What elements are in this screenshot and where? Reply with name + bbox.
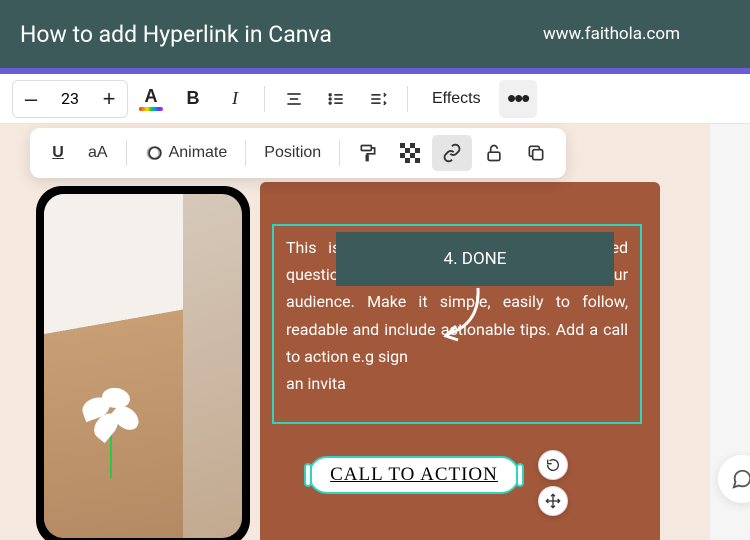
- format-painter-button[interactable]: [348, 135, 388, 171]
- spacing-icon: [368, 89, 388, 109]
- site-url: www.faithola.com: [543, 24, 680, 44]
- separator: [245, 140, 246, 166]
- transparency-button[interactable]: [390, 135, 430, 171]
- page-title: How to add Hyperlink in Canva: [20, 21, 332, 48]
- separator: [407, 86, 408, 112]
- underline-button[interactable]: U: [40, 135, 76, 171]
- cta-label: CALL TO ACTION: [330, 464, 498, 486]
- spacing-button[interactable]: [359, 80, 397, 118]
- rainbow-bar-icon: [139, 107, 163, 111]
- duplicate-button[interactable]: [516, 135, 556, 171]
- font-size-stepper: – 23 +: [12, 80, 128, 118]
- animate-button[interactable]: Animate: [135, 135, 238, 171]
- uppercase-button[interactable]: aA: [78, 135, 118, 171]
- rotate-icon: [545, 457, 561, 473]
- list-button[interactable]: [317, 80, 355, 118]
- transparency-icon: [400, 143, 420, 163]
- font-size-increase-button[interactable]: +: [91, 80, 127, 118]
- lock-button[interactable]: [474, 135, 514, 171]
- callout-arrow-icon: [440, 284, 490, 344]
- font-color-icon: A: [145, 87, 158, 105]
- bold-button[interactable]: B: [174, 80, 212, 118]
- rotate-control[interactable]: [538, 450, 568, 480]
- separator: [339, 140, 340, 166]
- secondary-toolbar: U aA Animate Position: [30, 128, 566, 178]
- separator: [126, 140, 127, 166]
- separator: [264, 86, 265, 112]
- italic-button[interactable]: I: [216, 80, 254, 118]
- tutorial-header: How to add Hyperlink in Canva www.faitho…: [0, 0, 750, 68]
- font-size-decrease-button[interactable]: –: [13, 80, 49, 118]
- link-button[interactable]: [432, 135, 472, 171]
- text-toolbar: – 23 + A B I Effects •••: [0, 74, 750, 124]
- help-chat-button[interactable]: [718, 455, 750, 503]
- resize-handle-left[interactable]: [304, 463, 312, 487]
- align-center-icon: [284, 89, 304, 109]
- chat-icon: [731, 468, 750, 490]
- unlock-icon: [484, 143, 504, 163]
- align-button[interactable]: [275, 80, 313, 118]
- step-callout: 4. DONE: [336, 232, 614, 286]
- step-callout-label: 4. DONE: [444, 249, 507, 269]
- font-color-button[interactable]: A: [132, 80, 170, 118]
- design-canvas[interactable]: This is where you add a frequently asked…: [0, 124, 710, 540]
- duplicate-icon: [526, 143, 546, 163]
- phone-mockup[interactable]: [36, 186, 250, 540]
- person-image: [44, 194, 183, 538]
- resize-handle-right[interactable]: [516, 463, 524, 487]
- move-icon: [545, 493, 561, 509]
- move-control[interactable]: [538, 486, 568, 516]
- effects-button[interactable]: Effects: [418, 80, 495, 118]
- position-button[interactable]: Position: [254, 135, 331, 171]
- animate-icon: [145, 143, 165, 163]
- phone-screen: [44, 194, 242, 538]
- more-button[interactable]: •••: [499, 80, 537, 118]
- flower-graphic: [72, 388, 152, 478]
- animate-label: Animate: [169, 144, 228, 162]
- cta-button-element[interactable]: CALL TO ACTION: [308, 456, 520, 494]
- list-icon: [326, 89, 346, 109]
- roller-icon: [358, 143, 378, 163]
- link-icon: [442, 143, 462, 163]
- faq-text-content-2: an invita: [286, 374, 346, 393]
- font-size-value[interactable]: 23: [49, 89, 91, 108]
